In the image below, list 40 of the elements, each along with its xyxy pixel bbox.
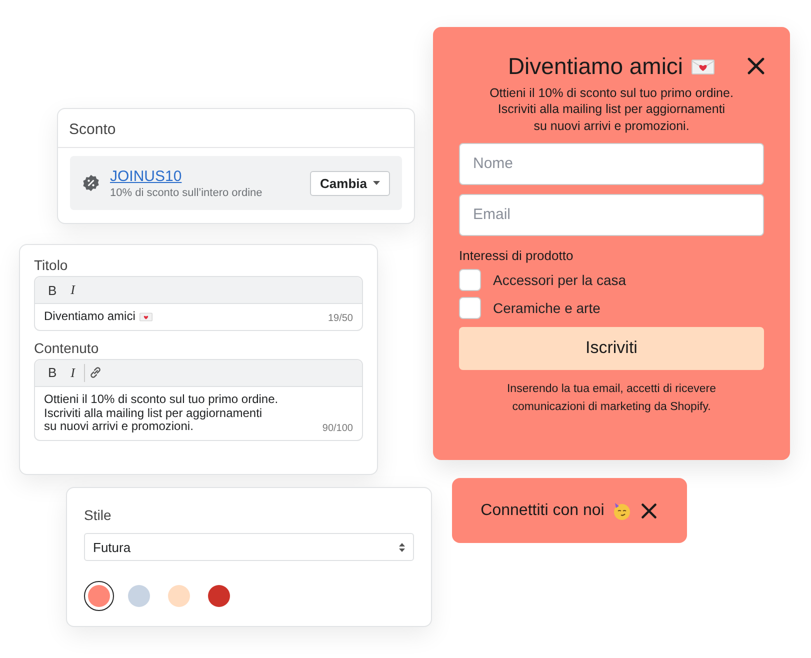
checkbox-label: Accessori per la casa bbox=[493, 272, 626, 288]
card-heading: Sconto bbox=[58, 109, 414, 148]
italic-button[interactable]: I bbox=[66, 280, 80, 300]
bold-button[interactable]: B bbox=[43, 280, 62, 300]
link-icon[interactable] bbox=[89, 366, 102, 380]
popup-title: Diventiamo amici bbox=[508, 53, 684, 80]
card-heading: Stile bbox=[84, 507, 112, 523]
italic-button[interactable]: I bbox=[66, 362, 80, 383]
rich-text-editor[interactable]: B I Ottieni il 10% di sconto sul tuo primo ordine. Iscriviti alla mailing list per aggiornamenti su nuovi arrivi e promozioni. 90/100 bbox=[34, 358, 363, 442]
consent-text: Inserendo la tua email, accetti di ricevere comunicazioni di marketing da Shopify. bbox=[506, 382, 718, 416]
discount-description: 10% di sconto sull’intero ordine bbox=[110, 186, 264, 198]
font-select[interactable]: Futura bbox=[84, 533, 414, 561]
interests-label: Interessi di prodotto bbox=[459, 248, 574, 263]
input-field[interactable]: Nome bbox=[459, 142, 764, 185]
close-icon[interactable] bbox=[640, 502, 658, 520]
caret-icon bbox=[373, 181, 380, 185]
select-arrows-icon bbox=[399, 542, 405, 552]
editor-text: Diventiamo amici bbox=[44, 310, 322, 324]
discount-code-link[interactable]: JOINUS10 bbox=[110, 168, 300, 184]
checkbox-label: Ceramiche e arte bbox=[493, 300, 600, 316]
field-label: Titolo bbox=[34, 257, 69, 273]
field-label: Contenuto bbox=[34, 340, 100, 356]
character-counter: 19/50 bbox=[328, 312, 353, 324]
character-counter: 90/100 bbox=[322, 423, 353, 434]
popup-subtitle: Ottieni il 10% di sconto sul tuo primo ordine. Iscriviti alla mailing list per aggiornamenti su nuovi arrivi e promozioni. bbox=[488, 85, 734, 134]
bold-button[interactable]: B bbox=[43, 363, 62, 382]
close-button[interactable] bbox=[746, 56, 766, 76]
teaser-banner[interactable]: Connettiti con noi bbox=[452, 478, 687, 543]
subscribe-button[interactable]: Iscriviti bbox=[459, 326, 764, 370]
discount-badge-icon bbox=[82, 174, 100, 192]
editor-text: Ottieni il 10% di sconto sul tuo primo ordine. Iscriviti alla mailing list per aggiornamenti su nuovi arrivi e promozioni. bbox=[44, 392, 280, 434]
rich-text-editor[interactable]: B I Diventiamo amici 19/50 bbox=[34, 276, 363, 331]
teaser-text: Connettiti con noi bbox=[480, 502, 604, 520]
love-letter-icon bbox=[691, 58, 716, 76]
input-field[interactable]: Email bbox=[459, 194, 764, 236]
love-letter-icon bbox=[139, 312, 154, 322]
change-button[interactable]: Cambia bbox=[310, 170, 390, 196]
checkbox[interactable] bbox=[459, 296, 481, 319]
party-face-icon bbox=[612, 500, 632, 520]
checkbox[interactable] bbox=[459, 268, 481, 291]
